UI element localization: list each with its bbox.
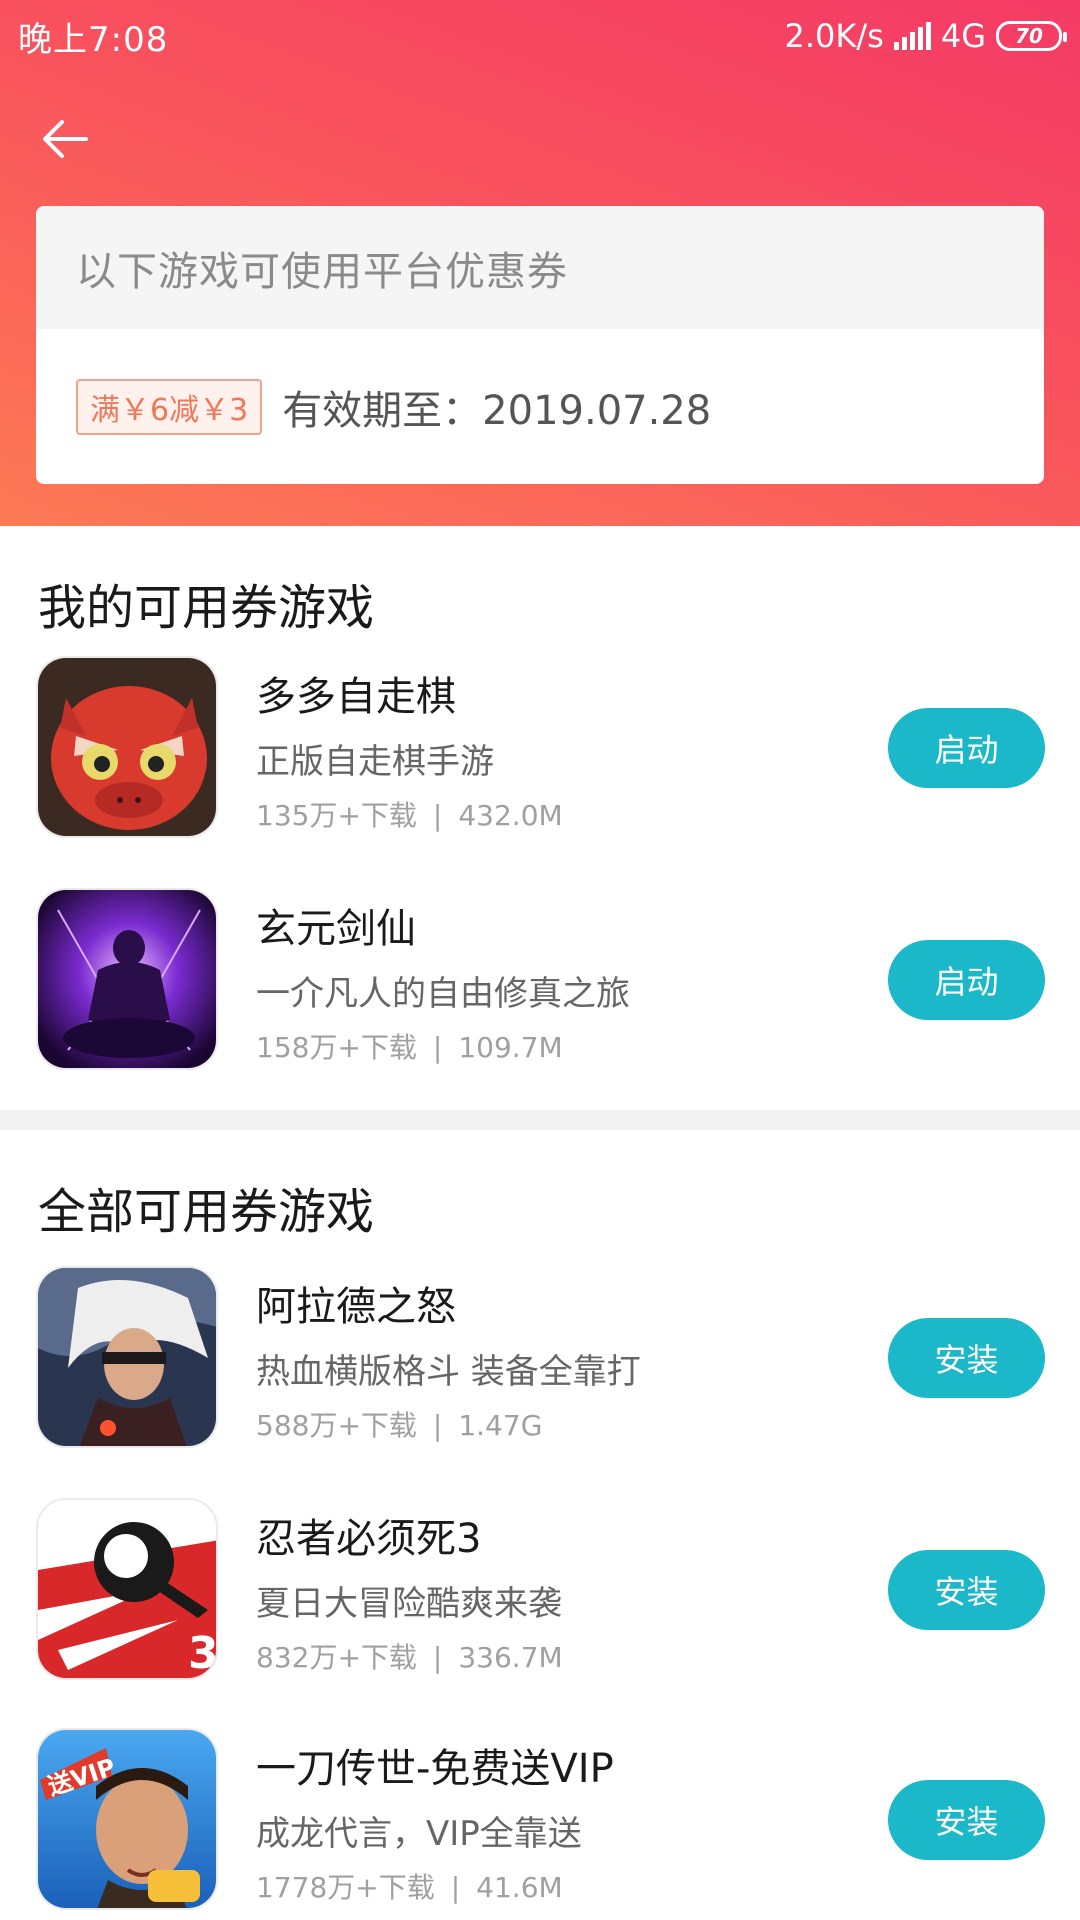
game-description: 成龙代言，VIP全靠送 [256, 1814, 582, 1854]
coupon-tag: 满￥6减￥3 [76, 378, 263, 435]
game-description: 夏日大冒险酷爽来袭 [256, 1584, 562, 1624]
game-meta: 588万+下载 | 1.47G [256, 1404, 542, 1444]
game-icon: 3 [36, 1498, 218, 1680]
section-divider [0, 1110, 1080, 1130]
download-count: 588万+下载 [256, 1409, 417, 1442]
section-title: 我的可用券游戏 [38, 580, 375, 636]
list-item[interactable]: 送VIP 一刀传世-免费送VIP 成龙代言，VIP全靠送 1778万+下载 | 41… [0, 1728, 1080, 1918]
download-count: 158万+下载 [256, 1031, 417, 1064]
separator: | [432, 799, 443, 832]
my-games-section: 我的可用券游戏 多多自走棋 正版自走棋手游 135万+下载 | 432.0M 启… [0, 526, 1080, 1110]
download-count: 1778万+下载 [256, 1871, 435, 1904]
separator: | [432, 1031, 443, 1064]
coupon-validity: 有效期至：2019.07.28 [282, 387, 712, 434]
game-description: 一介凡人的自由修真之旅 [256, 974, 630, 1014]
game-name: 阿拉德之怒 [256, 1284, 456, 1330]
list-item[interactable]: 玄元剑仙 一介凡人的自由修真之旅 158万+下载 | 109.7M 启动 [0, 888, 1080, 1078]
game-meta: 832万+下载 | 336.7M [256, 1636, 563, 1676]
file-size: 336.7M [458, 1641, 563, 1674]
coupon-details: 满￥6减￥3 有效期至：2019.07.28 [36, 329, 1044, 484]
section-title: 全部可用券游戏 [38, 1184, 375, 1240]
network-type: 4G [940, 17, 986, 55]
coupon-card: 以下游戏可使用平台优惠券 满￥6减￥3 有效期至：2019.07.28 [36, 206, 1044, 484]
file-size: 1.47G [458, 1409, 543, 1442]
game-meta: 158万+下载 | 109.7M [256, 1026, 563, 1066]
game-icon [36, 888, 218, 1070]
install-button[interactable]: 安装 [888, 1550, 1045, 1630]
file-size: 41.6M [476, 1871, 563, 1904]
arrow-left-icon [43, 120, 88, 158]
game-description: 热血横版格斗 装备全靠打 [256, 1352, 641, 1392]
header-banner: 晚上7:08 2.0K/s 4G 70 以下游戏可使用平台优惠券 满￥6减￥3 … [0, 0, 1080, 526]
separator: | [450, 1871, 461, 1904]
game-name: 玄元剑仙 [256, 906, 416, 952]
game-meta: 135万+下载 | 432.0M [256, 794, 563, 834]
signal-icon [893, 22, 931, 50]
all-games-section: 全部可用券游戏 阿拉德之怒 热血横版格斗 装备全靠打 588万+下载 | 1.47G… [0, 1130, 1080, 1920]
back-button[interactable] [38, 112, 92, 166]
white-haired-warrior-icon [38, 1268, 216, 1446]
ninja-badge-text: 3 [188, 1628, 218, 1679]
coupon-header: 以下游戏可使用平台优惠券 [36, 206, 1044, 329]
file-size: 432.0M [458, 799, 563, 832]
ninja-icon: 3 [38, 1500, 218, 1679]
list-item[interactable]: 阿拉德之怒 热血横版格斗 装备全靠打 588万+下载 | 1.47G 安装 [0, 1266, 1080, 1456]
game-meta: 1778万+下载 | 41.6M [256, 1866, 563, 1906]
game-name: 一刀传世-免费送VIP [256, 1746, 614, 1792]
battery-icon: 70 [996, 21, 1067, 51]
game-icon: 送VIP [36, 1728, 218, 1910]
install-button[interactable]: 安装 [888, 1318, 1045, 1398]
download-count: 832万+下载 [256, 1641, 417, 1674]
launch-button[interactable]: 启动 [888, 940, 1045, 1020]
launch-button[interactable]: 启动 [888, 708, 1045, 788]
status-indicators: 2.0K/s 4G 70 [784, 17, 1067, 55]
file-size: 109.7M [458, 1031, 563, 1064]
download-count: 135万+下载 [256, 799, 417, 832]
red-creature-icon [38, 658, 216, 836]
battery-level: 70 [1015, 24, 1043, 48]
game-name: 多多自走棋 [256, 674, 456, 720]
game-icon [36, 1266, 218, 1448]
status-time: 晚上7:08 [18, 19, 169, 60]
status-bar: 晚上7:08 2.0K/s 4G 70 [0, 0, 1080, 72]
meditating-immortal-icon [38, 890, 216, 1068]
network-speed: 2.0K/s [784, 17, 884, 55]
game-description: 正版自走棋手游 [256, 742, 494, 782]
game-icon [36, 656, 218, 838]
list-item[interactable]: 3 忍者必须死3 夏日大冒险酷爽来袭 832万+下载 | 336.7M 安装 [0, 1498, 1080, 1688]
install-button[interactable]: 安装 [888, 1780, 1045, 1860]
separator: | [432, 1641, 443, 1674]
game-name: 忍者必须死3 [256, 1516, 482, 1562]
vip-celebrity-icon: 送VIP [38, 1730, 216, 1908]
list-item[interactable]: 多多自走棋 正版自走棋手游 135万+下载 | 432.0M 启动 [0, 656, 1080, 846]
separator: | [432, 1409, 443, 1442]
